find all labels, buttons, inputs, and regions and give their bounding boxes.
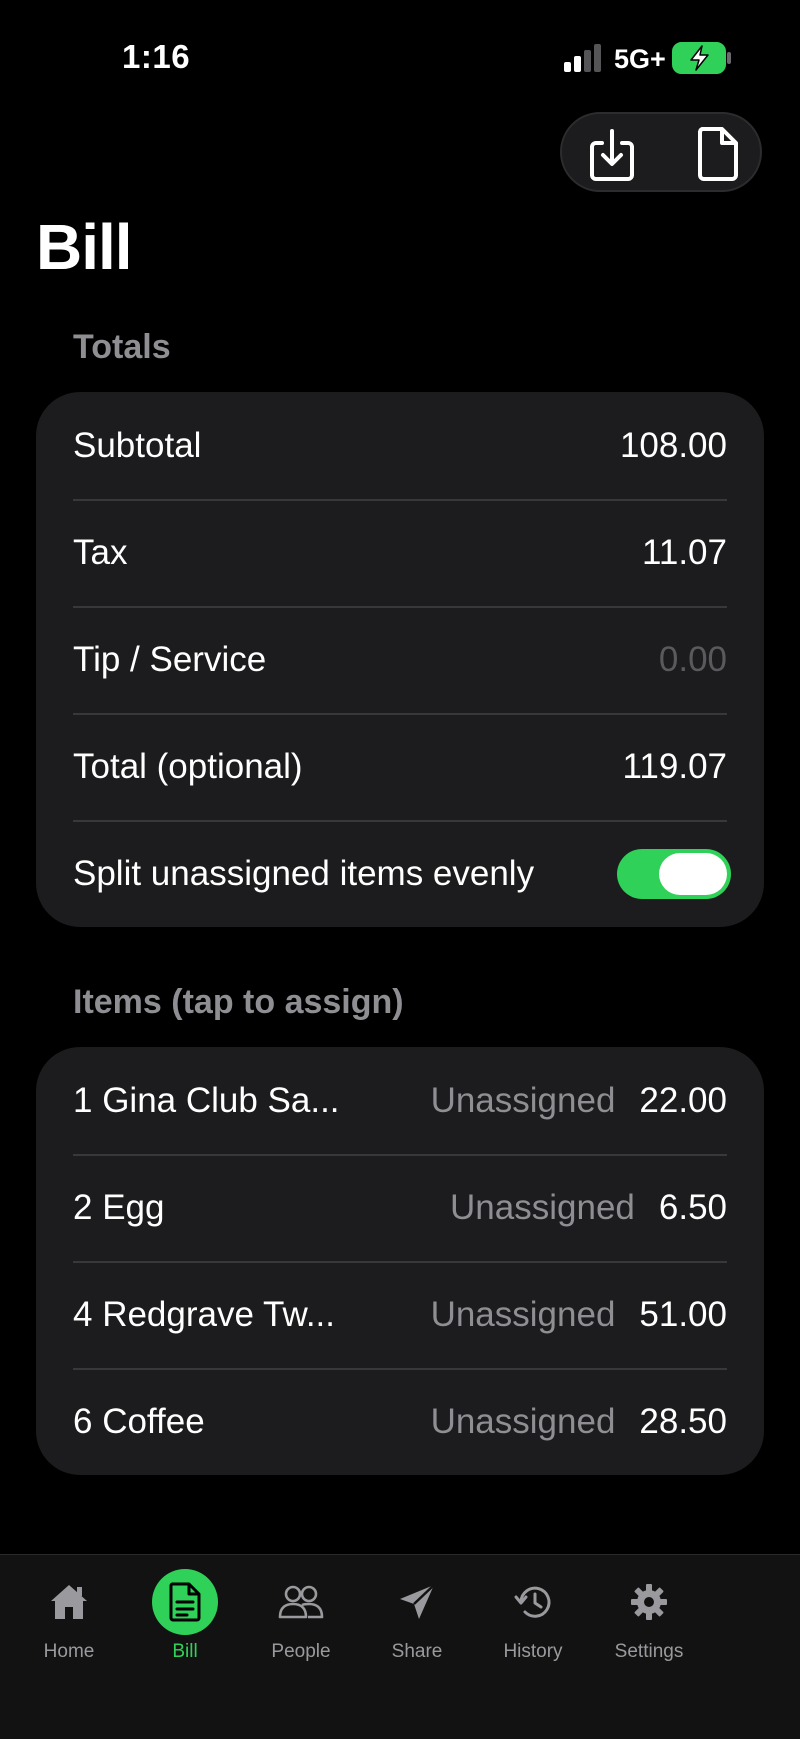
- subtotal-label: Subtotal: [73, 425, 202, 465]
- item-status: Unassigned: [430, 1294, 616, 1334]
- tray-download-icon: [590, 129, 634, 181]
- item-price: 22.00: [639, 1080, 727, 1120]
- item-price: 51.00: [639, 1294, 727, 1334]
- item-status: Unassigned: [430, 1401, 616, 1441]
- tax-field[interactable]: 11.07: [642, 533, 727, 573]
- import-button[interactable]: [582, 124, 642, 184]
- paper-plane-icon: [400, 1584, 435, 1619]
- signal-bars-icon: [564, 44, 601, 72]
- item-name: 4 Redgrave Tw...: [73, 1294, 336, 1334]
- tab-label: Home: [43, 1641, 95, 1662]
- totals-header: Totals: [73, 328, 171, 366]
- tab-settings[interactable]: Settings: [591, 1569, 707, 1663]
- list-item[interactable]: 2 Egg Unassigned 6.50: [36, 1154, 764, 1261]
- tab-people[interactable]: People: [243, 1569, 359, 1663]
- split-row: Split unassigned items evenly: [36, 820, 764, 927]
- total-field[interactable]: 119.07: [623, 747, 727, 787]
- tip-field[interactable]: 0.00: [659, 640, 727, 680]
- gear-icon: [631, 1584, 667, 1620]
- item-price: 6.50: [658, 1187, 727, 1227]
- tab-label: Bill: [172, 1641, 198, 1662]
- tax-row[interactable]: Tax 11.07: [36, 499, 764, 606]
- receipt-icon: [169, 1582, 201, 1622]
- tab-label: Settings: [614, 1641, 684, 1662]
- status-time: 1:16: [122, 38, 191, 75]
- tab-share[interactable]: Share: [359, 1569, 475, 1663]
- tax-label: Tax: [73, 532, 128, 572]
- tab-label: Share: [391, 1641, 443, 1662]
- totals-card: Subtotal 108.00 Tax 11.07 Tip / Service …: [36, 392, 764, 927]
- split-toggle[interactable]: [617, 848, 731, 899]
- item-status: Unassigned: [450, 1187, 635, 1227]
- item-price: 28.50: [639, 1401, 727, 1441]
- status-bar: 1:16 5G+: [0, 0, 800, 110]
- document-button[interactable]: [688, 124, 748, 184]
- tab-bar: Home Bill People Share History Settings: [0, 1554, 800, 1739]
- split-label: Split unassigned items evenly: [73, 853, 535, 893]
- items-header: Items (tap to assign): [73, 983, 404, 1021]
- tab-label: People: [271, 1641, 331, 1662]
- tab-home[interactable]: Home: [11, 1569, 127, 1663]
- action-pill: [560, 112, 762, 192]
- tab-history[interactable]: History: [475, 1569, 591, 1663]
- tab-bill[interactable]: Bill: [127, 1569, 243, 1663]
- subtotal-field[interactable]: 108.00: [620, 426, 727, 466]
- list-item[interactable]: 1 Gina Club Sa... Unassigned 22.00: [36, 1047, 764, 1154]
- item-name: 1 Gina Club Sa...: [73, 1080, 340, 1120]
- page-title: Bill: [36, 211, 133, 283]
- tab-label: History: [503, 1641, 563, 1662]
- total-label: Total (optional): [73, 746, 303, 786]
- people-icon: [278, 1585, 324, 1619]
- network-label: 5G+: [614, 44, 666, 74]
- history-clock-icon: [514, 1586, 551, 1618]
- list-item[interactable]: 6 Coffee Unassigned 28.50: [36, 1368, 764, 1475]
- subtotal-row[interactable]: Subtotal 108.00: [36, 392, 764, 499]
- tip-label: Tip / Service: [73, 639, 267, 679]
- item-status: Unassigned: [430, 1080, 616, 1120]
- item-name: 2 Egg: [73, 1187, 165, 1227]
- item-name: 6 Coffee: [73, 1401, 205, 1441]
- list-item[interactable]: 4 Redgrave Tw... Unassigned 51.00: [36, 1261, 764, 1368]
- toggle-knob: [659, 852, 727, 895]
- total-row[interactable]: Total (optional) 119.07: [36, 713, 764, 820]
- items-card: 1 Gina Club Sa... Unassigned 22.00 2 Egg…: [36, 1047, 764, 1475]
- tip-row[interactable]: Tip / Service 0.00: [36, 606, 764, 713]
- house-icon: [51, 1585, 87, 1619]
- battery-charging-icon: [672, 42, 731, 74]
- document-icon: [697, 127, 738, 181]
